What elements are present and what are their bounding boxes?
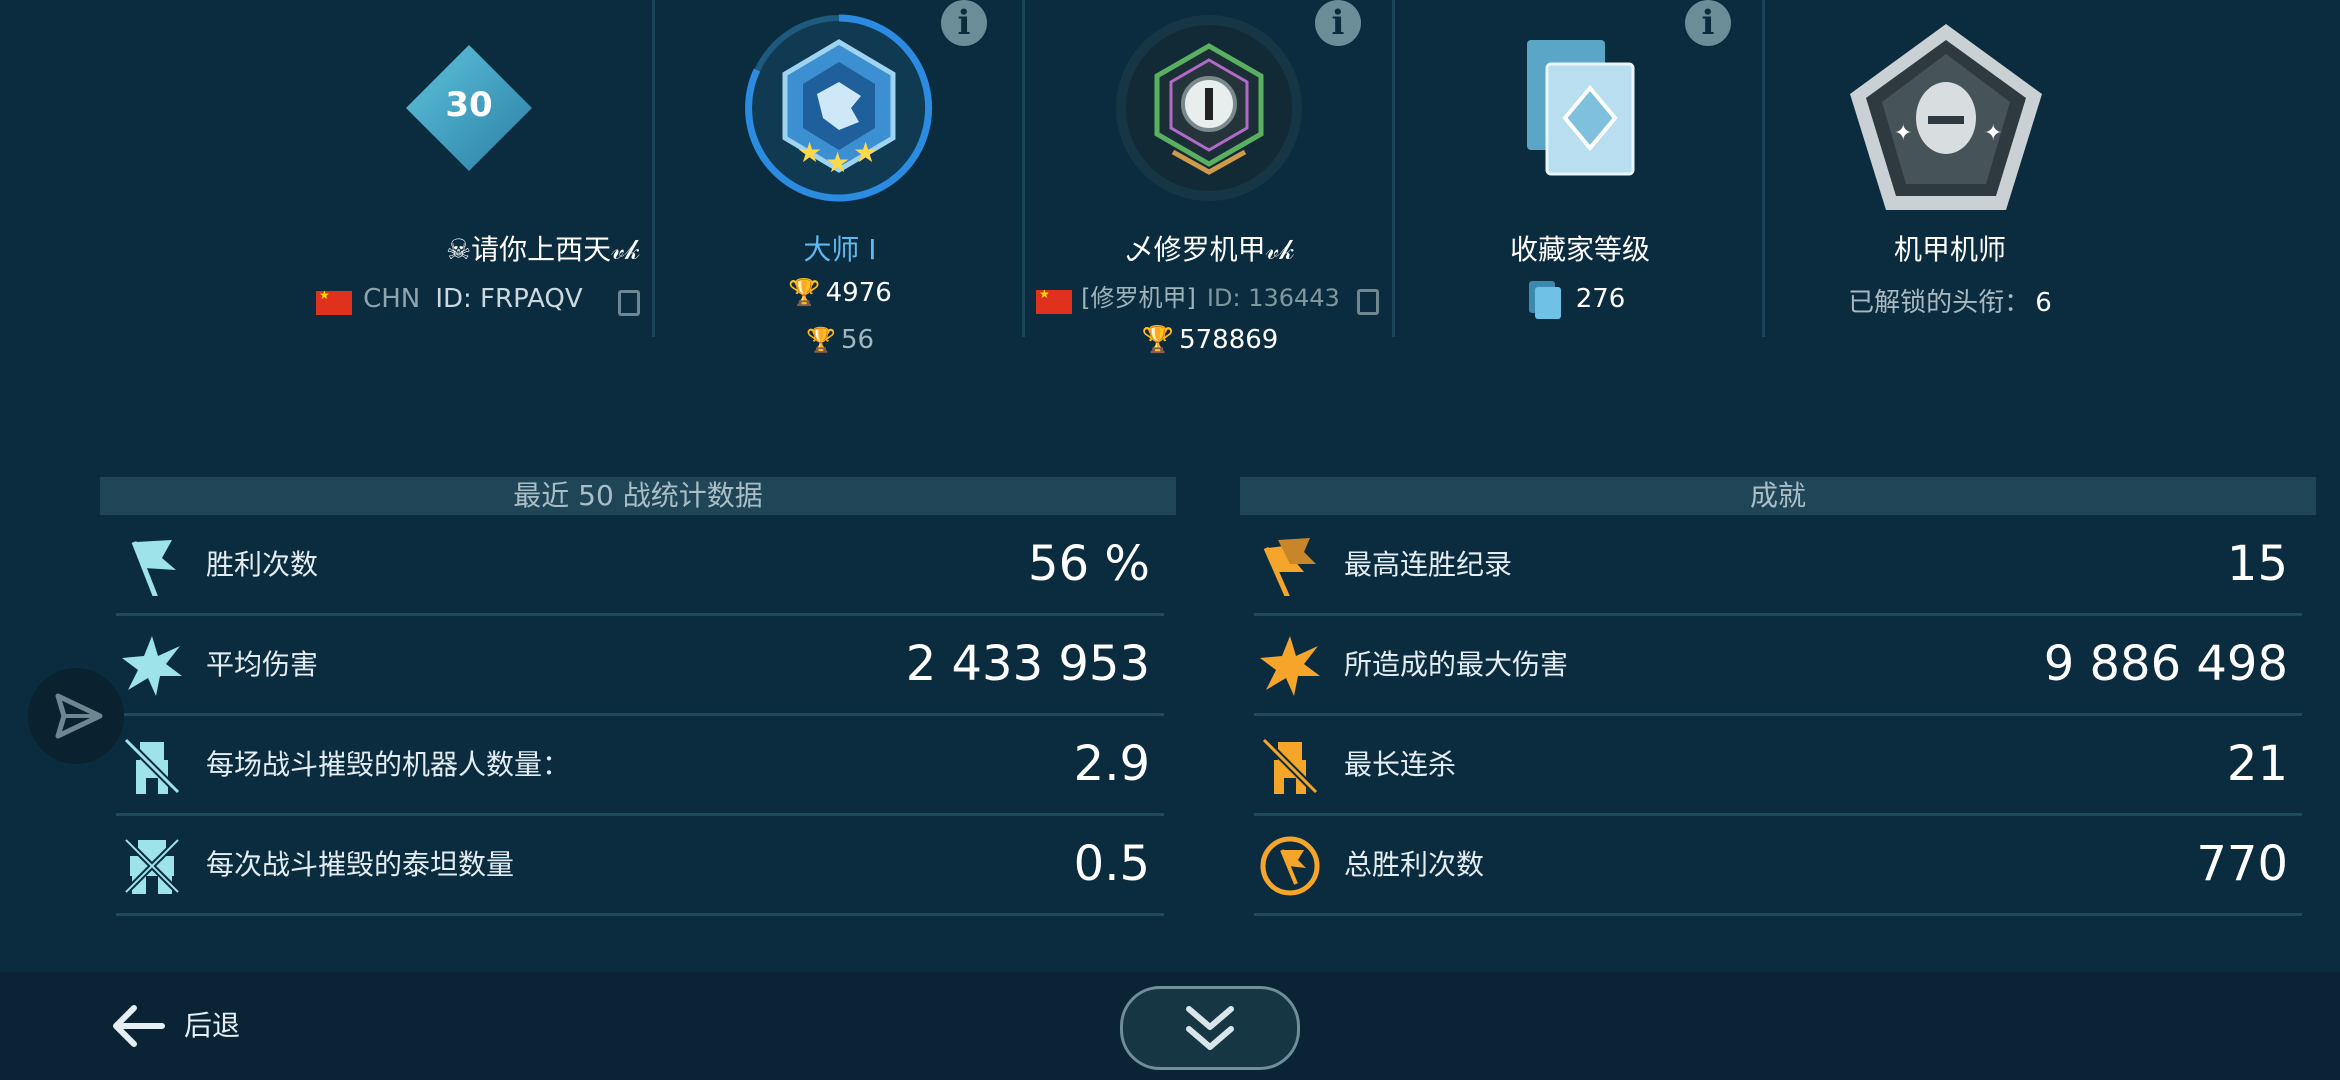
pilot-title: 机甲机师 [1893,233,2006,266]
bottom-bar: 后退 [0,972,2340,1080]
clan-tag: [修罗机甲] [1081,284,1196,312]
stat-value: 0.5 [1073,836,1150,892]
robot-destroyed-icon [122,736,182,796]
stat-label: 平均伤害 [206,648,319,681]
robot-destroyed-icon [1260,736,1320,796]
player-country: CHN [363,284,421,314]
clan-trophies: 578869 [1179,325,1279,355]
player-name: ☠请你上西天𝓋𝓀 [446,233,640,266]
stat-label: 胜利次数 [206,548,319,581]
pilot-badge-icon: ✦ ✦ [1846,20,2046,216]
level-value: 30 [445,85,493,125]
send-icon [55,693,103,739]
stat-row-avg-damage: 平均伤害 2 433 953 [116,616,1164,716]
china-flag-icon [1036,287,1072,314]
achievement-value: 770 [2196,836,2288,892]
clan-id: ID: 136443 [1206,284,1340,312]
svg-text:★: ★ [853,136,878,169]
achievement-row-max-damage: 所造成的最大伤害 9 886 498 [1254,616,2302,716]
pilot-unlocked-row: 已解锁的头衔： 6 [1770,282,2130,319]
achievement-label: 总胜利次数 [1344,848,1485,881]
cards-icon [1534,286,1561,319]
achievement-value: 9 886 498 [2043,636,2288,692]
expand-button[interactable] [1120,986,1300,1070]
level-badge: 30 [406,45,532,171]
achievement-label: 最高连胜纪录 [1344,548,1513,581]
achievement-row-win-streak: 最高连胜纪录 15 [1254,516,2302,616]
stat-value: 2.9 [1073,736,1150,792]
achievement-label: 最长连杀 [1344,748,1457,781]
copy-clan-id-icon[interactable] [1356,288,1379,315]
collector-value-row: 276 [1400,284,1760,319]
svg-text:✦: ✦ [1984,121,2002,146]
stat-row-wins: 胜利次数 56 % [116,516,1164,616]
stat-row-titans-destroyed: 每次战斗摧毁的泰坦数量 0.5 [116,816,1164,916]
clan-emblem-icon [1113,12,1305,204]
achievement-row-total-wins: 总胜利次数 770 [1254,816,2302,916]
league-trophies-row: 🏆 4976 [660,278,1020,308]
stat-value: 2 433 953 [905,636,1150,692]
pilot-unlocked-value: 6 [2035,288,2052,318]
titan-destroyed-icon [122,836,182,896]
stat-row-robots-destroyed: 每场战斗摧毁的机器人数量： 2.9 [116,716,1164,816]
achievement-row-kill-streak: 最长连杀 21 [1254,716,2302,816]
flags-icon [1260,536,1320,600]
league-info-icon[interactable]: i [941,0,987,46]
explosion-icon [1260,636,1320,696]
explosion-icon [122,636,182,696]
league-title: 大师 I [803,233,877,266]
copy-id-icon[interactable] [617,289,640,316]
achievements-header: 成就 [1240,477,2316,515]
stat-value: 56 % [1028,536,1150,592]
achievement-value: 15 [2226,536,2288,592]
collector-card-icon [1525,38,1637,178]
trophy-icon: 🏆 [1141,325,1174,355]
achievement-label: 所造成的最大伤害 [1344,648,1569,681]
stat-label: 每场战斗摧毁的机器人数量： [206,748,571,781]
svg-text:★: ★ [797,136,822,169]
league-emblem-icon: ★ ★ ★ [743,12,935,204]
collector-value: 276 [1575,284,1626,314]
stat-label: 每次战斗摧毁的泰坦数量 [206,848,515,881]
red-trophy-icon: 🏆 [805,326,836,354]
stats-header: 最近 50 战统计数据 [100,477,1176,515]
collector-info-icon[interactable]: i [1685,0,1731,46]
double-chevron-down-icon [1186,1006,1234,1050]
flag-circle-icon [1260,836,1320,896]
flag-icon [122,536,182,599]
league-trophies: 4976 [825,278,892,308]
league-sub-trophies: 56 [840,325,875,355]
clan-title: 乄修罗机甲𝓋𝓀 [1125,233,1295,266]
clan-info-icon[interactable]: i [1315,0,1361,46]
china-flag-icon [316,288,352,315]
pilot-unlocked-label: 已解锁的头衔： [1848,288,2031,318]
collector-title: 收藏家等级 [1509,233,1650,266]
achievement-value: 21 [2226,736,2288,792]
svg-text:★: ★ [825,146,850,179]
back-label: 后退 [184,1009,241,1042]
share-button[interactable] [28,668,124,764]
trophy-icon: 🏆 [788,278,821,308]
svg-text:✦: ✦ [1894,121,1912,146]
clan-id-row: [修罗机甲] ID: 136443 [1036,278,1379,315]
league-subtrophies-row: 🏆 56 [660,325,1020,355]
back-arrow-icon [113,1005,165,1047]
back-button[interactable]: 后退 [110,996,310,1056]
player-id: ID: FRPAQV [435,284,583,314]
clan-trophies-row: 🏆 578869 [1030,325,1390,355]
player-id-row: CHN ID: FRPAQV [316,284,640,316]
